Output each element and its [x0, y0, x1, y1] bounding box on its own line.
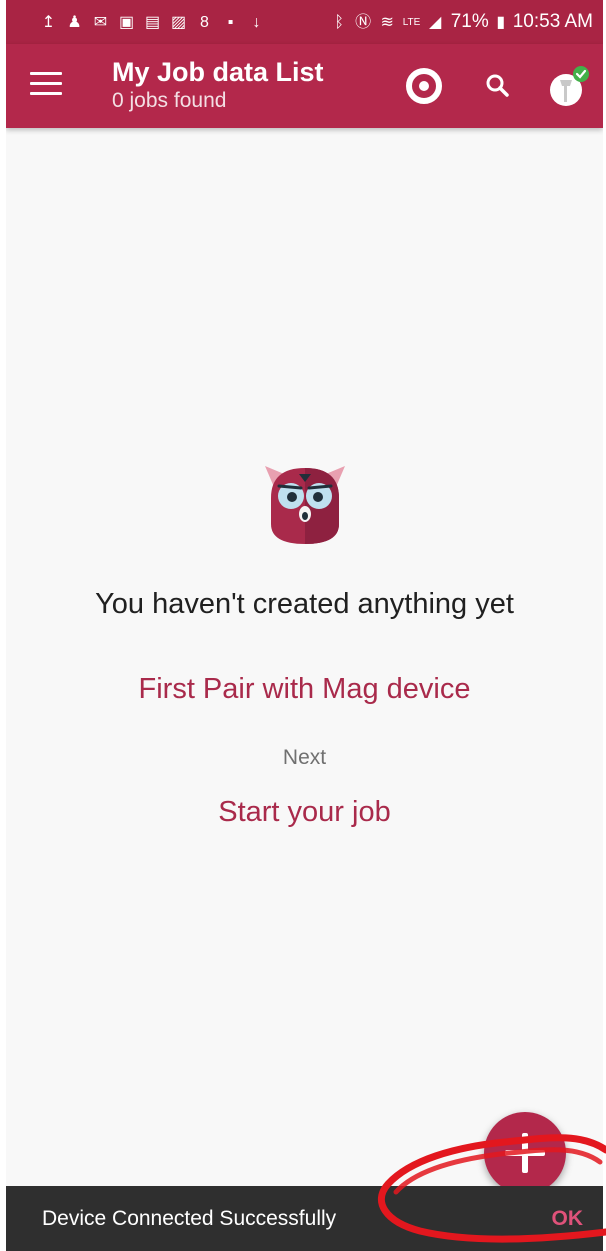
- upload-icon: ↥: [41, 13, 56, 31]
- status-bar: ↥ ♟ ✉ ▣ ▤ ▨ 8 ▪ ↓ ᛒ Ⓝ ≋ LTE ◢ 71% ▮ 10:5…: [6, 0, 603, 44]
- app-screen: ↥ ♟ ✉ ▣ ▤ ▨ 8 ▪ ↓ ᛒ Ⓝ ≋ LTE ◢ 71% ▮ 10:5…: [6, 0, 603, 1251]
- nfc-icon: Ⓝ: [355, 13, 372, 31]
- title-block: My Job data List 0 jobs found: [112, 56, 324, 114]
- wifi-icon: ≋: [380, 13, 394, 31]
- person-icon: ♟: [67, 13, 82, 31]
- image-icon: ▨: [170, 13, 187, 31]
- snackbar-ok-button[interactable]: OK: [552, 1207, 584, 1231]
- menu-button[interactable]: [30, 72, 62, 98]
- signal-icon: ◢: [429, 13, 442, 31]
- snackbar: Device Connected Successfully OK: [6, 1186, 603, 1251]
- next-label: Next: [282, 746, 327, 769]
- calendar-icon: ▤: [144, 13, 161, 31]
- video-icon: ▪: [227, 13, 234, 31]
- sync-icon: [406, 68, 442, 104]
- page-title: My Job data List: [112, 57, 324, 87]
- app-bar: My Job data List 0 jobs found: [6, 44, 603, 128]
- photo-mail-icon: ▣: [118, 13, 135, 31]
- device-connected-icon: [550, 66, 589, 106]
- snackbar-message: Device Connected Successfully: [42, 1206, 337, 1230]
- lock-icon: 8: [200, 13, 209, 31]
- start-job-link[interactable]: Start your job: [218, 796, 390, 829]
- menu-icon: [30, 72, 62, 75]
- pair-device-link[interactable]: First Pair with Mag device: [139, 673, 471, 706]
- download-icon: ↓: [252, 13, 261, 31]
- owl-mascot-icon: [264, 466, 345, 544]
- empty-state-title: You haven't created anything yet: [95, 588, 514, 620]
- mail-icon: ✉: [93, 13, 108, 31]
- sync-button[interactable]: [404, 66, 444, 106]
- lte-icon: LTE: [402, 16, 421, 28]
- clock: 10:53 AM: [512, 11, 593, 32]
- battery-icon: ▮: [496, 13, 506, 31]
- device-status-button[interactable]: [546, 66, 589, 106]
- search-icon: [486, 74, 509, 97]
- empty-state: You haven't created anything yet First P…: [6, 450, 603, 829]
- job-count: 0 jobs found: [112, 89, 227, 112]
- bluetooth-icon: ᛒ: [334, 13, 344, 31]
- add-job-button[interactable]: [484, 1112, 566, 1194]
- search-button[interactable]: [478, 66, 518, 106]
- battery-percent: 71%: [450, 11, 489, 32]
